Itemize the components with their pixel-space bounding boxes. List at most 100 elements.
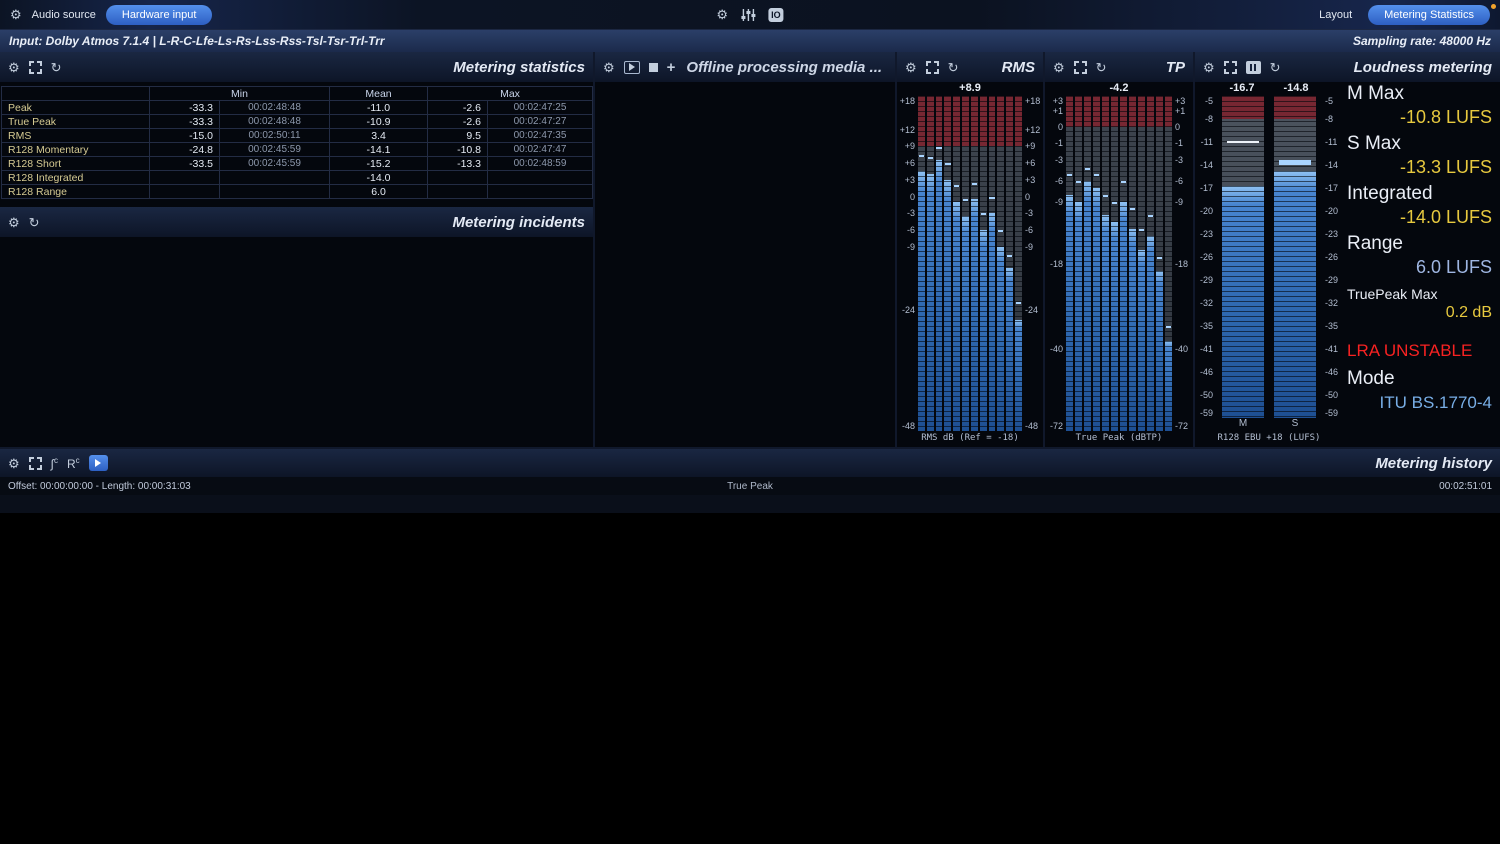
stats-cell [488, 171, 593, 185]
meter-segments [1222, 96, 1264, 418]
tp-meter-panel: ⚙ ↻ TP -4.2 +3+10-1-3-6-9-18-40-72+3+10-… [1043, 52, 1193, 447]
scale-tick-label: +3 [1053, 96, 1063, 106]
statistics-title: Metering statistics [453, 59, 585, 76]
scale-tick-label: -17 [1325, 183, 1338, 193]
hardware-input-button[interactable]: Hardware input [106, 5, 213, 25]
loudness-header: ⚙ ↻ Loudness metering [1195, 52, 1500, 82]
meter-channel [1147, 96, 1154, 431]
scale-tick-label: -24 [902, 305, 915, 315]
meter-peak-marker [1094, 174, 1099, 176]
fullscreen-icon[interactable] [1074, 61, 1087, 74]
stats-col-blank [2, 87, 150, 101]
stats-col-max: Max [428, 87, 593, 101]
loudness-title: Loudness metering [1354, 59, 1492, 76]
fullscreen-icon[interactable] [926, 61, 939, 74]
meter-peak-marker [1085, 168, 1090, 170]
meter-segments [953, 96, 960, 431]
io-icon[interactable]: IO [768, 8, 784, 22]
settings-icon[interactable]: ⚙ [1203, 61, 1215, 74]
settings-icon[interactable]: ⚙ [716, 8, 728, 21]
stats-cell [428, 171, 488, 185]
stats-cell: -11.0 [330, 101, 428, 115]
settings-icon[interactable]: ⚙ [905, 61, 917, 74]
meter-channel [918, 96, 925, 431]
settings-icon[interactable]: ⚙ [8, 457, 20, 470]
settings-icon[interactable]: ⚙ [8, 216, 20, 229]
meter-peak-marker [954, 185, 959, 187]
meter-channel [1138, 96, 1145, 431]
lra-warning: LRA UNSTABLE [1347, 341, 1492, 361]
scale-tick-label: -29 [1200, 275, 1213, 285]
stats-cell: -14.1 [330, 143, 428, 157]
scale-tick-label: -17 [1200, 183, 1213, 193]
fullscreen-icon[interactable] [1224, 61, 1237, 74]
history-end-time: 00:02:51:01 [1439, 481, 1492, 492]
reset-icon[interactable]: ↻ [948, 61, 959, 74]
play-icon[interactable] [624, 61, 640, 74]
scale-tick-label: -59 [1325, 408, 1338, 418]
meter-segments [989, 96, 996, 431]
sampling-rate-label: Sampling rate: 48000 Hz [1353, 34, 1491, 48]
metering-statistics-button[interactable]: Metering Statistics [1368, 5, 1490, 25]
meter-channel [1222, 96, 1264, 418]
clear-range-icon[interactable]: Rc [67, 456, 80, 471]
meter-peak-marker [1103, 195, 1108, 197]
scale-tick-label: +3 [1025, 175, 1035, 185]
fullscreen-icon[interactable] [29, 457, 42, 470]
stats-cell: -13.3 [428, 157, 488, 171]
stats-cell: 00:02:50:11 [220, 129, 330, 143]
reset-icon[interactable]: ↻ [1096, 61, 1107, 74]
stats-cell: -33.3 [150, 115, 220, 129]
scale-tick-label: -14 [1200, 160, 1213, 170]
settings-icon[interactable]: ⚙ [10, 8, 22, 21]
scale-tick-label: -3 [1175, 155, 1183, 165]
add-icon[interactable]: + [667, 60, 676, 75]
meter-segments [980, 96, 987, 431]
stats-cell: 00:02:45:59 [220, 143, 330, 157]
stop-icon[interactable] [649, 63, 658, 72]
stats-cell: -10.9 [330, 115, 428, 129]
meter-peak-marker [972, 183, 977, 185]
reset-icon[interactable]: ↻ [29, 216, 40, 229]
offline-empty-area [595, 82, 895, 447]
scale-tick-label: -8 [1325, 114, 1333, 124]
meter-peak-marker [1007, 255, 1012, 257]
pause-icon[interactable] [1246, 61, 1261, 74]
scale-tick-label: 0 [1175, 122, 1180, 132]
rms-title: RMS [1002, 59, 1035, 76]
meter-peak-marker [1139, 229, 1144, 231]
fullscreen-icon[interactable] [29, 61, 42, 74]
stats-row: RMS-15.000:02:50:113.49.500:02:47:35 [2, 129, 593, 143]
stats-cell: 00:02:48:48 [220, 115, 330, 129]
layout-button[interactable]: Layout [1319, 9, 1352, 21]
scale-tick-label: +18 [1025, 96, 1040, 106]
meter-segments [1111, 96, 1118, 431]
reset-icon[interactable]: ↻ [1270, 61, 1281, 74]
mode-label: Mode [1347, 367, 1492, 391]
scale-tick-label: -48 [902, 421, 915, 431]
play-button[interactable] [89, 455, 108, 471]
meter-peak-marker [1067, 174, 1072, 176]
settings-icon[interactable]: ⚙ [603, 61, 615, 74]
stats-cell [488, 185, 593, 199]
meter-segments [1066, 96, 1073, 431]
meter-channel [962, 96, 969, 431]
clear-integrated-icon[interactable]: ∫c [51, 456, 58, 471]
meter-bars-area: MS [1215, 96, 1323, 431]
meter-channel [1111, 96, 1118, 431]
meter-segments [1120, 96, 1127, 431]
settings-icon[interactable]: ⚙ [1053, 61, 1065, 74]
meter-segments [1129, 96, 1136, 431]
meter-peak-marker [1279, 160, 1311, 165]
reset-icon[interactable]: ↻ [51, 61, 62, 74]
loudness-unit-label: R128 EBU +18 (LUFS) [1195, 431, 1343, 447]
meter-channel [1102, 96, 1109, 431]
tp-title: TP [1166, 59, 1185, 76]
meter-channel [971, 96, 978, 431]
history-offset-label: Offset: 00:00:00:00 - Length: 00:00:31:0… [8, 481, 191, 492]
stats-cell: 00:02:47:25 [488, 101, 593, 115]
stats-row: True Peak-33.300:02:48:48-10.9-2.600:02:… [2, 115, 593, 129]
settings-icon[interactable]: ⚙ [8, 61, 20, 74]
scale-tick-label: -20 [1325, 206, 1338, 216]
mixer-icon[interactable] [740, 8, 756, 22]
